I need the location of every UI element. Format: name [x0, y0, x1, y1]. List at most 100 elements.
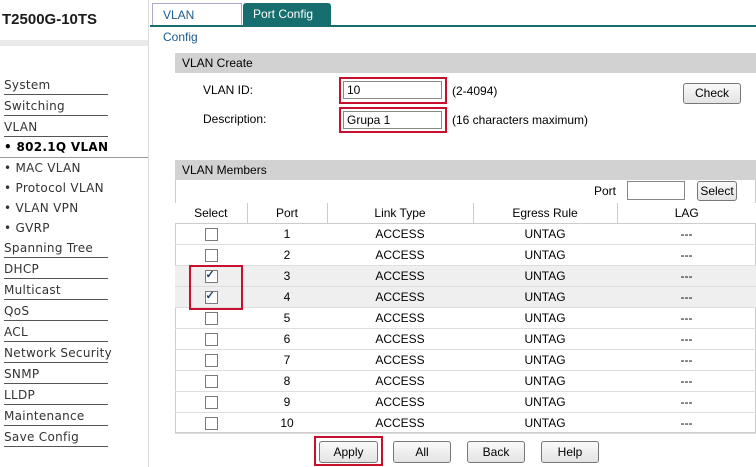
egress-rule-cell: UNTAG — [473, 349, 617, 371]
table-row: 10 ACCESS UNTAG --- — [175, 412, 756, 434]
port-checkbox[interactable] — [204, 312, 218, 326]
column-header-egress-rule: Egress Rule — [473, 203, 618, 224]
lag-cell: --- — [617, 307, 756, 329]
vlan-id-input[interactable] — [343, 81, 442, 99]
port-checkbox[interactable] — [204, 417, 218, 431]
select-cell — [175, 370, 247, 392]
port-filter-input[interactable] — [627, 181, 685, 200]
sidebar-item-network-security[interactable]: Network Security — [4, 343, 112, 363]
egress-rule-cell: UNTAG — [473, 223, 617, 245]
sidebar: T2500G-10TS System Switching VLAN • 802.… — [0, 0, 148, 467]
check-button[interactable]: Check — [683, 83, 741, 104]
sidebar-item-snmp[interactable]: SNMP — [4, 364, 108, 384]
link-type-cell: ACCESS — [327, 412, 473, 434]
port-cell: 1 — [247, 223, 327, 245]
tab-underline — [150, 25, 756, 27]
sidebar-item-save-config[interactable]: Save Config — [4, 427, 108, 447]
sidebar-item-system[interactable]: System — [4, 75, 108, 95]
egress-rule-cell: UNTAG — [473, 286, 617, 308]
port-cell: 10 — [247, 412, 327, 434]
sidebar-item-qos[interactable]: QoS — [4, 301, 108, 321]
port-checkbox[interactable] — [204, 396, 218, 410]
description-label: Description: — [203, 112, 267, 126]
column-header-link-type: Link Type — [327, 203, 474, 224]
link-type-cell: ACCESS — [327, 307, 473, 329]
port-checkbox[interactable] — [204, 249, 218, 263]
port-cell: 5 — [247, 307, 327, 329]
sidebar-item-lldp[interactable]: LLDP — [4, 385, 108, 405]
egress-rule-cell: UNTAG — [473, 328, 617, 350]
all-button[interactable]: All — [393, 441, 451, 463]
link-type-cell: ACCESS — [327, 286, 473, 308]
port-checkbox[interactable] — [204, 375, 218, 389]
sidebar-item-multicast[interactable]: Multicast — [4, 280, 108, 300]
table-row: 1 ACCESS UNTAG --- — [175, 223, 756, 245]
port-checkbox[interactable] — [204, 333, 218, 347]
vlan-create-heading: VLAN Create — [175, 53, 756, 73]
egress-rule-cell: UNTAG — [473, 307, 617, 329]
table-row: 4ACCESSUNTAG--- — [175, 286, 756, 308]
select-cell — [175, 391, 247, 413]
table-row: 6 ACCESS UNTAG --- — [175, 328, 756, 350]
column-header-lag: LAG — [617, 203, 756, 224]
egress-rule-cell: UNTAG — [473, 244, 617, 266]
port-cell: 6 — [247, 328, 327, 350]
table-row: 9 ACCESS UNTAG --- — [175, 391, 756, 413]
sidebar-item-8021q-vlan[interactable]: • 802.1Q VLAN — [4, 137, 108, 157]
lag-cell: --- — [617, 370, 756, 392]
sidebar-item-maintenance[interactable]: Maintenance — [4, 406, 108, 426]
tab-port-config[interactable]: Port Config — [243, 3, 331, 26]
port-select-button[interactable]: Select — [697, 181, 737, 201]
egress-rule-cell: UNTAG — [473, 265, 617, 287]
sidebar-item-vlan[interactable]: VLAN — [4, 117, 108, 137]
vlan-members-heading: VLAN Members — [175, 160, 756, 180]
link-type-cell: ACCESS — [327, 370, 473, 392]
sidebar-item-gvrp[interactable]: • GVRP — [4, 218, 108, 238]
vlan-members-table: Select Port Link Type Egress Rule LAG 1A… — [175, 203, 756, 434]
sidebar-item-acl[interactable]: ACL — [4, 322, 108, 342]
select-cell — [175, 244, 247, 266]
link-type-cell: ACCESS — [327, 391, 473, 413]
column-header-select: Select — [175, 203, 248, 224]
lag-cell: --- — [617, 223, 756, 245]
select-cell — [175, 223, 247, 245]
lag-cell: --- — [617, 391, 756, 413]
help-button[interactable]: Help — [541, 441, 599, 463]
select-cell — [175, 328, 247, 350]
link-type-cell: ACCESS — [327, 349, 473, 371]
tab-vlan-config[interactable]: VLAN Config — [152, 3, 242, 44]
table-row: 2 ACCESS UNTAG --- — [175, 244, 756, 266]
egress-rule-cell: UNTAG — [473, 370, 617, 392]
sidebar-header-bar — [0, 40, 148, 46]
port-cell: 3 — [247, 265, 327, 287]
sidebar-item-vlan-vpn[interactable]: • VLAN VPN — [4, 198, 108, 218]
vlan-id-hint: (2-4094) — [452, 84, 498, 98]
lag-cell: --- — [617, 412, 756, 434]
table-row: 7 ACCESS UNTAG --- — [175, 349, 756, 371]
select-cell — [175, 307, 247, 329]
egress-rule-cell: UNTAG — [473, 391, 617, 413]
description-input[interactable] — [343, 111, 442, 129]
lag-cell: --- — [617, 244, 756, 266]
link-type-cell: ACCESS — [327, 265, 473, 287]
link-type-cell: ACCESS — [327, 223, 473, 245]
sidebar-item-protocol-vlan[interactable]: • Protocol VLAN — [4, 178, 108, 198]
active-item-underline — [0, 157, 148, 158]
lag-cell: --- — [617, 286, 756, 308]
back-button[interactable]: Back — [467, 441, 525, 463]
sidebar-item-mac-vlan[interactable]: • MAC VLAN — [4, 158, 108, 178]
select-cell — [175, 412, 247, 434]
sidebar-item-dhcp[interactable]: DHCP — [4, 259, 108, 279]
port-checkbox[interactable] — [204, 354, 218, 368]
port-checkbox[interactable] — [204, 228, 218, 242]
sidebar-item-spanning-tree[interactable]: Spanning Tree — [4, 238, 108, 258]
description-hint: (16 characters maximum) — [452, 113, 589, 127]
tab-bar: VLAN Config Port Config — [150, 0, 756, 44]
vlan-id-label: VLAN ID: — [203, 83, 254, 97]
table-header-row: Select Port Link Type Egress Rule LAG — [175, 203, 756, 224]
port-cell: 7 — [247, 349, 327, 371]
sidebar-item-switching[interactable]: Switching — [4, 96, 108, 116]
egress-rule-cell: UNTAG — [473, 412, 617, 434]
port-cell: 2 — [247, 244, 327, 266]
apply-button[interactable]: Apply — [319, 441, 378, 463]
